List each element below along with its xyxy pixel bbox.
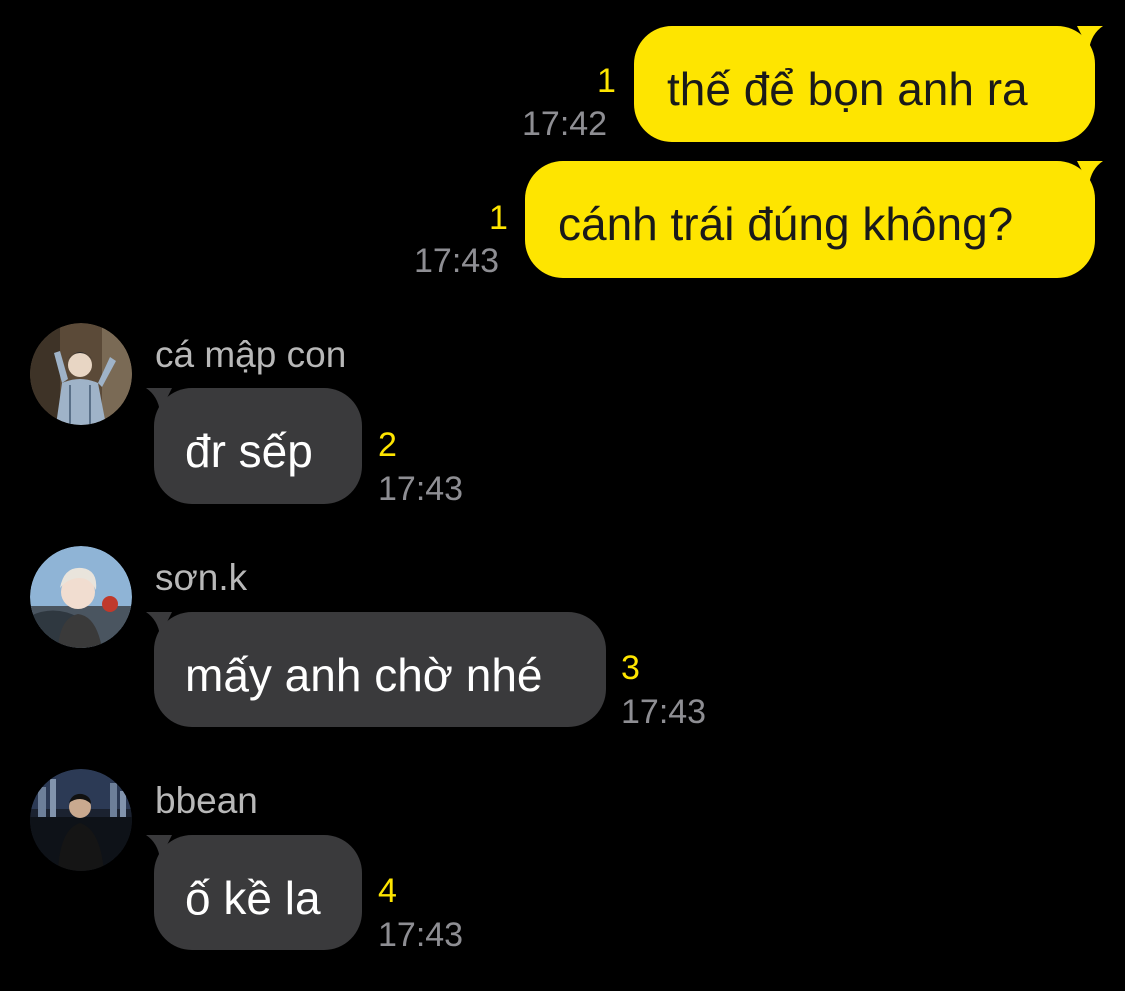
message-time: 17:43 bbox=[621, 693, 707, 731]
incoming-message: cá mập con đr sếp 2 17:43 bbox=[0, 320, 1125, 520]
message-text: cánh trái đúng không? bbox=[558, 198, 1014, 250]
sender-name: cá mập con bbox=[155, 334, 347, 375]
unread-count: 4 bbox=[378, 872, 397, 910]
message-time: 17:43 bbox=[378, 916, 464, 954]
message-time: 17:43 bbox=[378, 470, 464, 508]
user-avatar-photo[interactable] bbox=[30, 323, 132, 425]
message-time: 17:42 bbox=[522, 105, 608, 143]
message-time: 17:43 bbox=[414, 242, 500, 280]
bubble-tail-icon bbox=[146, 612, 172, 636]
message-bubble[interactable]: thế để bọn anh ra bbox=[634, 26, 1103, 142]
sender-name: sơn.k bbox=[155, 557, 248, 598]
message-bubble[interactable]: cánh trái đúng không? bbox=[525, 161, 1103, 278]
unread-count: 1 bbox=[489, 199, 508, 237]
user-avatar-photo[interactable] bbox=[30, 769, 132, 871]
incoming-message: sơn.k mấy anh chờ nhé 3 17:43 bbox=[0, 543, 1125, 743]
outgoing-message: cánh trái đúng không? 1 17:43 bbox=[0, 150, 1125, 290]
incoming-message: bbean ố kề la 4 17:43 bbox=[0, 766, 1125, 966]
message-text: thế để bọn anh ra bbox=[667, 63, 1028, 115]
message-bubble[interactable]: mấy anh chờ nhé bbox=[146, 612, 606, 727]
user-avatar-photo[interactable] bbox=[30, 546, 132, 648]
message-text: ố kề la bbox=[185, 872, 321, 924]
bubble-tail-icon bbox=[146, 388, 172, 412]
unread-count: 1 bbox=[597, 62, 616, 100]
message-text: mấy anh chờ nhé bbox=[185, 649, 543, 701]
unread-count: 3 bbox=[621, 649, 640, 687]
bubble-tail-icon bbox=[1077, 26, 1103, 50]
message-text: đr sếp bbox=[185, 425, 313, 477]
bubble-tail-icon bbox=[1077, 161, 1103, 185]
bubble-tail-icon bbox=[146, 835, 172, 859]
message-bubble[interactable]: ố kề la bbox=[146, 835, 362, 950]
outgoing-message: thế để bọn anh ra 1 17:42 bbox=[0, 0, 1125, 150]
message-bubble[interactable]: đr sếp bbox=[146, 388, 362, 504]
unread-count: 2 bbox=[378, 426, 397, 464]
sender-name: bbean bbox=[155, 780, 258, 821]
